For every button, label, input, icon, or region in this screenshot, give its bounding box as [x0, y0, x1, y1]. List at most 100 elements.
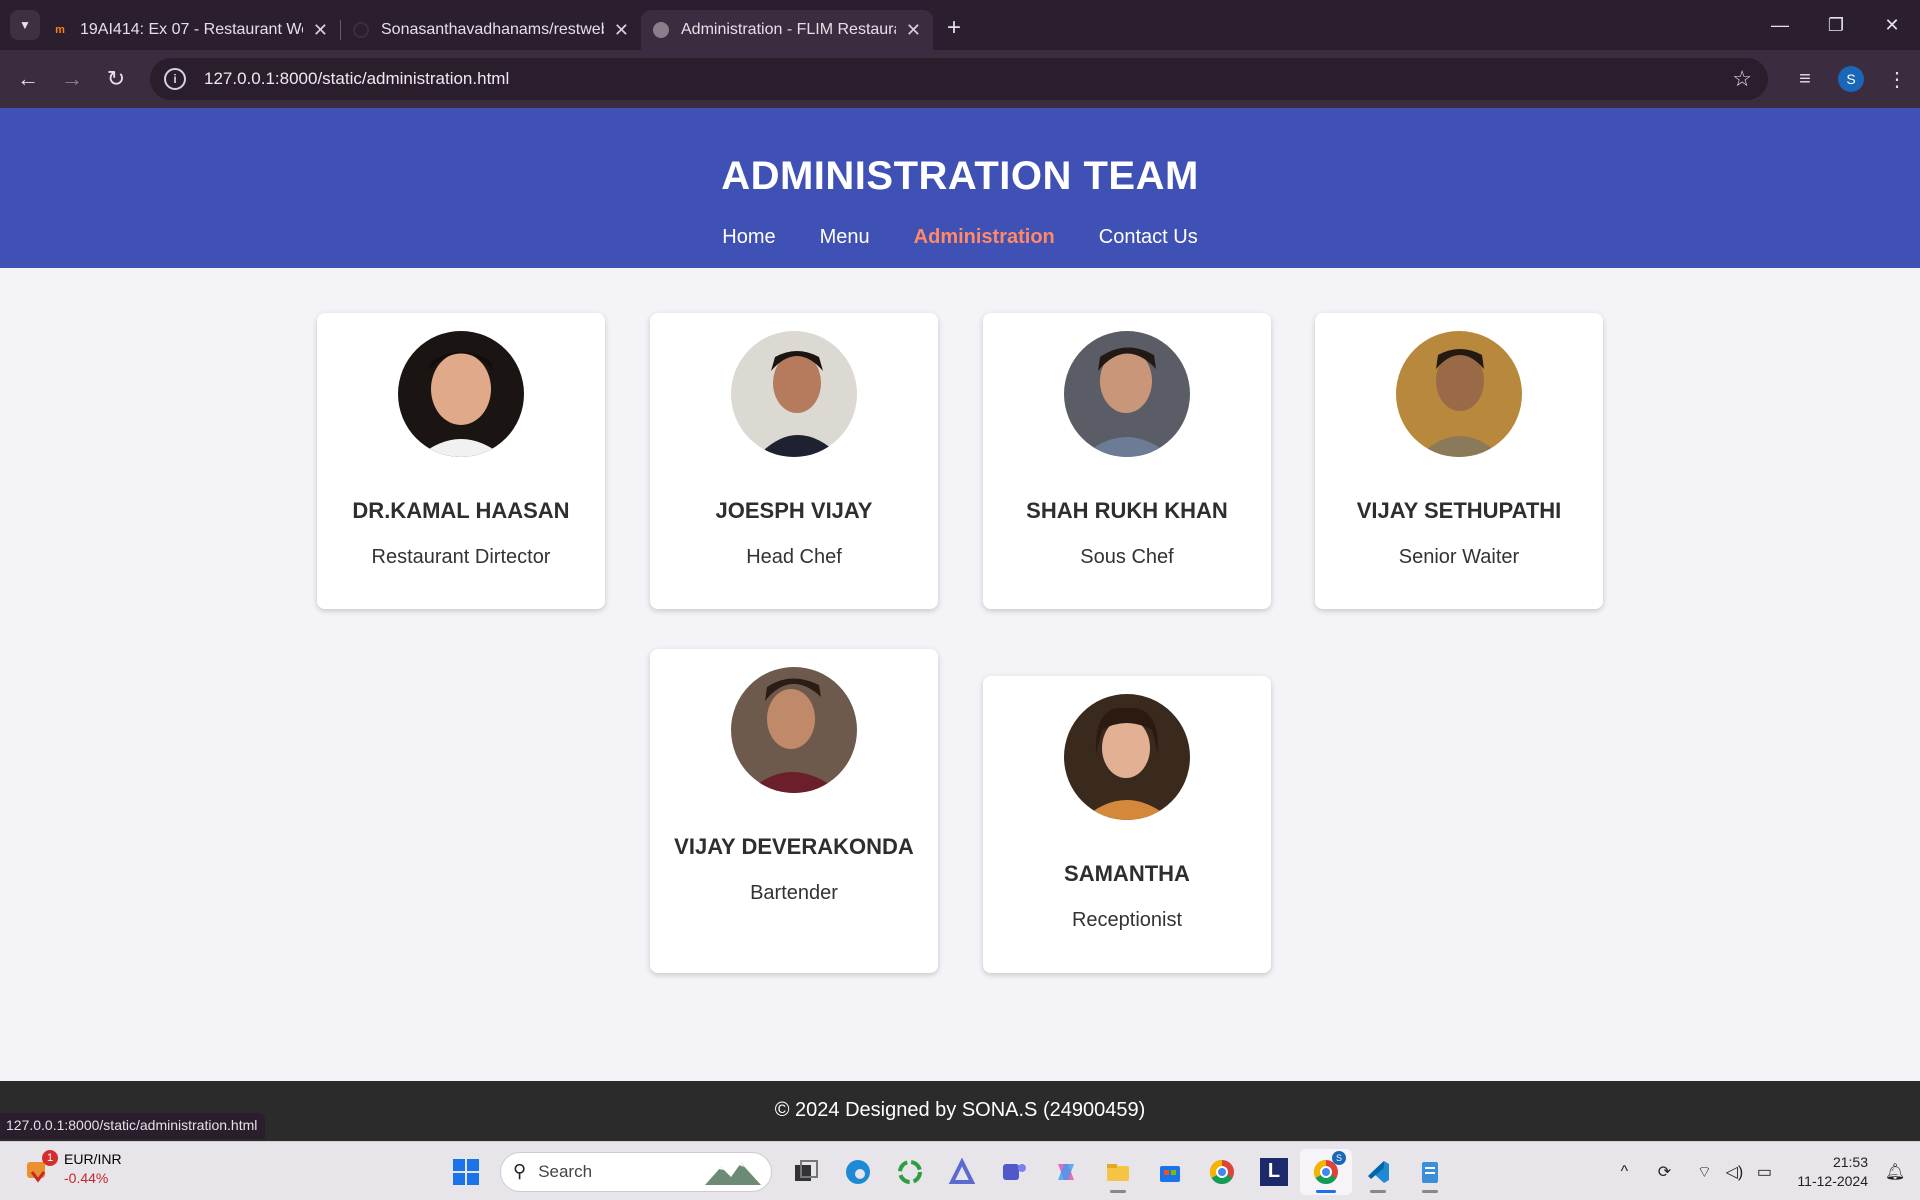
currency-pair: EUR/INR [64, 1151, 122, 1167]
browser-tab-bar: ▼ m 19AI414: Ex 07 - Restaurant Website … [0, 0, 1920, 50]
nav-link-administration[interactable]: Administration [914, 226, 1055, 249]
reload-icon[interactable]: ↻ [94, 57, 138, 101]
team-card: JOESPH VIJAY Head Chef [650, 313, 938, 609]
notification-bell-icon[interactable]: 🔔︎ [1880, 1162, 1910, 1182]
globe-icon [653, 22, 669, 38]
taskbar: 1 EUR/INR -0.44% ⚲ Search L S ^ ⟳ ⌔ ◁) ▭… [0, 1141, 1920, 1200]
site-info-icon[interactable]: i [164, 68, 186, 90]
close-tab-icon[interactable]: ✕ [614, 20, 629, 41]
site-nav: Home Menu Administration Contact Us [0, 226, 1920, 249]
member-name: SAMANTHA [1064, 861, 1190, 886]
close-tab-icon[interactable]: ✕ [313, 20, 328, 41]
member-role: Sous Chef [1080, 546, 1174, 568]
tab-title: Sonasanthavadhanams/restweb [381, 21, 604, 38]
bookmark-star-icon[interactable]: ☆ [1732, 66, 1752, 92]
member-name: VIJAY SETHUPATHI [1356, 498, 1562, 523]
currency-change: -0.44% [64, 1170, 109, 1186]
currency-widget[interactable]: 1 EUR/INR -0.44% [24, 1150, 122, 1188]
address-url[interactable]: 127.0.0.1:8000/static/administration.htm… [204, 69, 509, 89]
teams-icon[interactable] [988, 1149, 1040, 1195]
avatar [731, 331, 857, 457]
tab-search-dropdown-icon[interactable]: ▼ [10, 10, 40, 40]
more-menu-icon[interactable]: ⋮ [1874, 67, 1920, 92]
team-card: VIJAY SETHUPATHI Senior Waiter [1315, 313, 1603, 609]
currency-chart-icon: 1 [24, 1150, 58, 1184]
member-name: SHAH RUKH KHAN [1026, 498, 1228, 523]
media-controls-icon[interactable]: ≡ [1782, 68, 1828, 91]
profile-avatar[interactable]: S [1828, 66, 1874, 92]
footer-text: © 2024 Designed by SONA.S (24900459) [774, 1099, 1146, 1121]
member-name: VIJAY DEVERAKONDA [674, 834, 914, 859]
system-tray: ^ ⟳ ⌔ ◁) ▭ 21:53 11-12-2024 🔔︎ [1609, 1142, 1920, 1200]
member-role: Head Chef [746, 546, 842, 568]
site-footer: © 2024 Designed by SONA.S (24900459) [0, 1081, 1920, 1141]
wifi-icon[interactable]: ⌔ [1689, 1162, 1719, 1182]
close-tab-icon[interactable]: ✕ [906, 20, 921, 41]
store-icon[interactable] [1144, 1149, 1196, 1195]
notepad-icon[interactable] [1404, 1149, 1456, 1195]
sync-status-icon[interactable]: ⟳ [1649, 1162, 1679, 1182]
notification-badge: 1 [42, 1150, 58, 1166]
chrome-profile-icon[interactable]: S [1300, 1148, 1352, 1195]
toolbar-right: ≡ S ⋮ [1782, 50, 1920, 108]
browser-tab-active[interactable]: Administration - FLIM Restaurant ✕ [641, 10, 933, 50]
member-role: Senior Waiter [1398, 546, 1520, 568]
copilot-icon[interactable] [1040, 1149, 1092, 1195]
search-icon: ⚲ [513, 1161, 527, 1181]
member-role: Bartender [750, 882, 838, 904]
avatar [731, 667, 857, 793]
member-name: DR.KAMAL HAASAN [352, 498, 570, 523]
profile-badge: S [1332, 1150, 1346, 1165]
member-role: Receptionist [1071, 909, 1183, 931]
task-view-icon[interactable] [780, 1149, 832, 1195]
team-card: SAMANTHA Receptionist [983, 676, 1271, 973]
mountain-icon [705, 1162, 761, 1185]
browser-tab[interactable]: Sonasanthavadhanams/restweb ✕ [341, 10, 641, 50]
windows-logo-icon [453, 1158, 479, 1185]
member-role: Restaurant Dirtector [371, 546, 551, 568]
avatar [1396, 331, 1522, 457]
status-bar-url: 127.0.0.1:8000/static/administration.htm… [0, 1113, 266, 1139]
restore-icon[interactable]: ❐ [1808, 0, 1864, 50]
team-card: SHAH RUKH KHAN Sous Chef [983, 313, 1271, 609]
l-app-icon[interactable]: L [1248, 1149, 1300, 1195]
team-card: DR.KAMAL HAASAN Restaurant Dirtector [317, 313, 605, 609]
github-icon [353, 22, 369, 38]
chrome-icon[interactable] [1196, 1149, 1248, 1195]
back-arrow-icon[interactable]: ← [6, 57, 50, 101]
vscode-icon[interactable] [1352, 1149, 1404, 1195]
minimize-icon[interactable]: — [1752, 0, 1808, 50]
volume-icon[interactable]: ◁) [1719, 1162, 1749, 1182]
nav-link-contact[interactable]: Contact Us [1099, 226, 1198, 249]
tab-title: Administration - FLIM Restaurant [681, 21, 896, 38]
start-button[interactable] [440, 1149, 492, 1195]
avatar [398, 331, 524, 457]
nav-link-menu[interactable]: Menu [820, 226, 870, 249]
avatar [1064, 694, 1190, 820]
page-title: ADMINISTRATION TEAM [721, 154, 1199, 198]
browser-toolbar: ← → ↻ i 127.0.0.1:8000/static/administra… [0, 50, 1920, 108]
battery-icon[interactable]: ▭ [1749, 1162, 1779, 1182]
clock[interactable]: 21:53 11-12-2024 [1797, 1153, 1868, 1191]
forward-arrow-icon[interactable]: → [50, 57, 94, 101]
arc-app-icon[interactable] [936, 1149, 988, 1195]
taskbar-search[interactable]: ⚲ Search [500, 1151, 772, 1192]
nav-link-home[interactable]: Home [722, 226, 775, 249]
avatar [1064, 331, 1190, 457]
clock-date: 11-12-2024 [1797, 1172, 1868, 1189]
edge-icon[interactable] [832, 1149, 884, 1195]
taskbar-apps: ⚲ Search L S [440, 1142, 1456, 1200]
new-tab-icon[interactable]: + [947, 14, 961, 42]
browser-tab[interactable]: m 19AI414: Ex 07 - Restaurant Website ✕ [40, 10, 340, 50]
chevron-up-icon[interactable]: ^ [1609, 1163, 1639, 1181]
team-card: VIJAY DEVERAKONDA Bartender [650, 649, 938, 973]
site-header: ADMINISTRATION TEAM Home Menu Administra… [0, 108, 1920, 268]
sync-app-icon[interactable] [884, 1149, 936, 1195]
address-bar[interactable]: i 127.0.0.1:8000/static/administration.h… [150, 58, 1768, 100]
moodle-icon: m [55, 24, 65, 36]
file-explorer-icon[interactable] [1092, 1149, 1144, 1195]
search-label: Search [538, 1161, 593, 1181]
member-name: JOESPH VIJAY [715, 498, 873, 523]
close-window-icon[interactable]: ✕ [1864, 0, 1920, 50]
window-controls: — ❐ ✕ [1752, 0, 1920, 50]
